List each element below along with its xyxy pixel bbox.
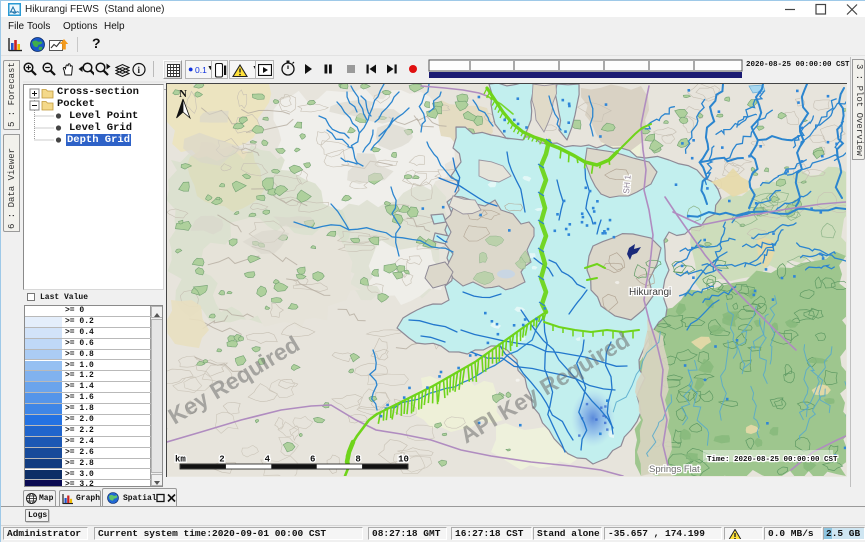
svg-text:Springs Flat: Springs Flat [649, 464, 700, 475]
svg-text:10: 10 [398, 455, 409, 465]
svg-text:km: km [175, 455, 186, 465]
svg-text:6: 6 [310, 455, 315, 465]
svg-text:Hikurangi: Hikurangi [629, 287, 671, 298]
svg-text:8: 8 [355, 455, 360, 465]
svg-text:4: 4 [265, 455, 271, 465]
svg-text:i: i [138, 65, 141, 75]
svg-text:SH 1: SH 1 [621, 174, 633, 194]
svg-text:Time: 2020-08-25 00:00:00 CST: Time: 2020-08-25 00:00:00 CST [707, 456, 838, 464]
svg-text:2: 2 [219, 455, 224, 465]
svg-text:N: N [179, 88, 187, 100]
